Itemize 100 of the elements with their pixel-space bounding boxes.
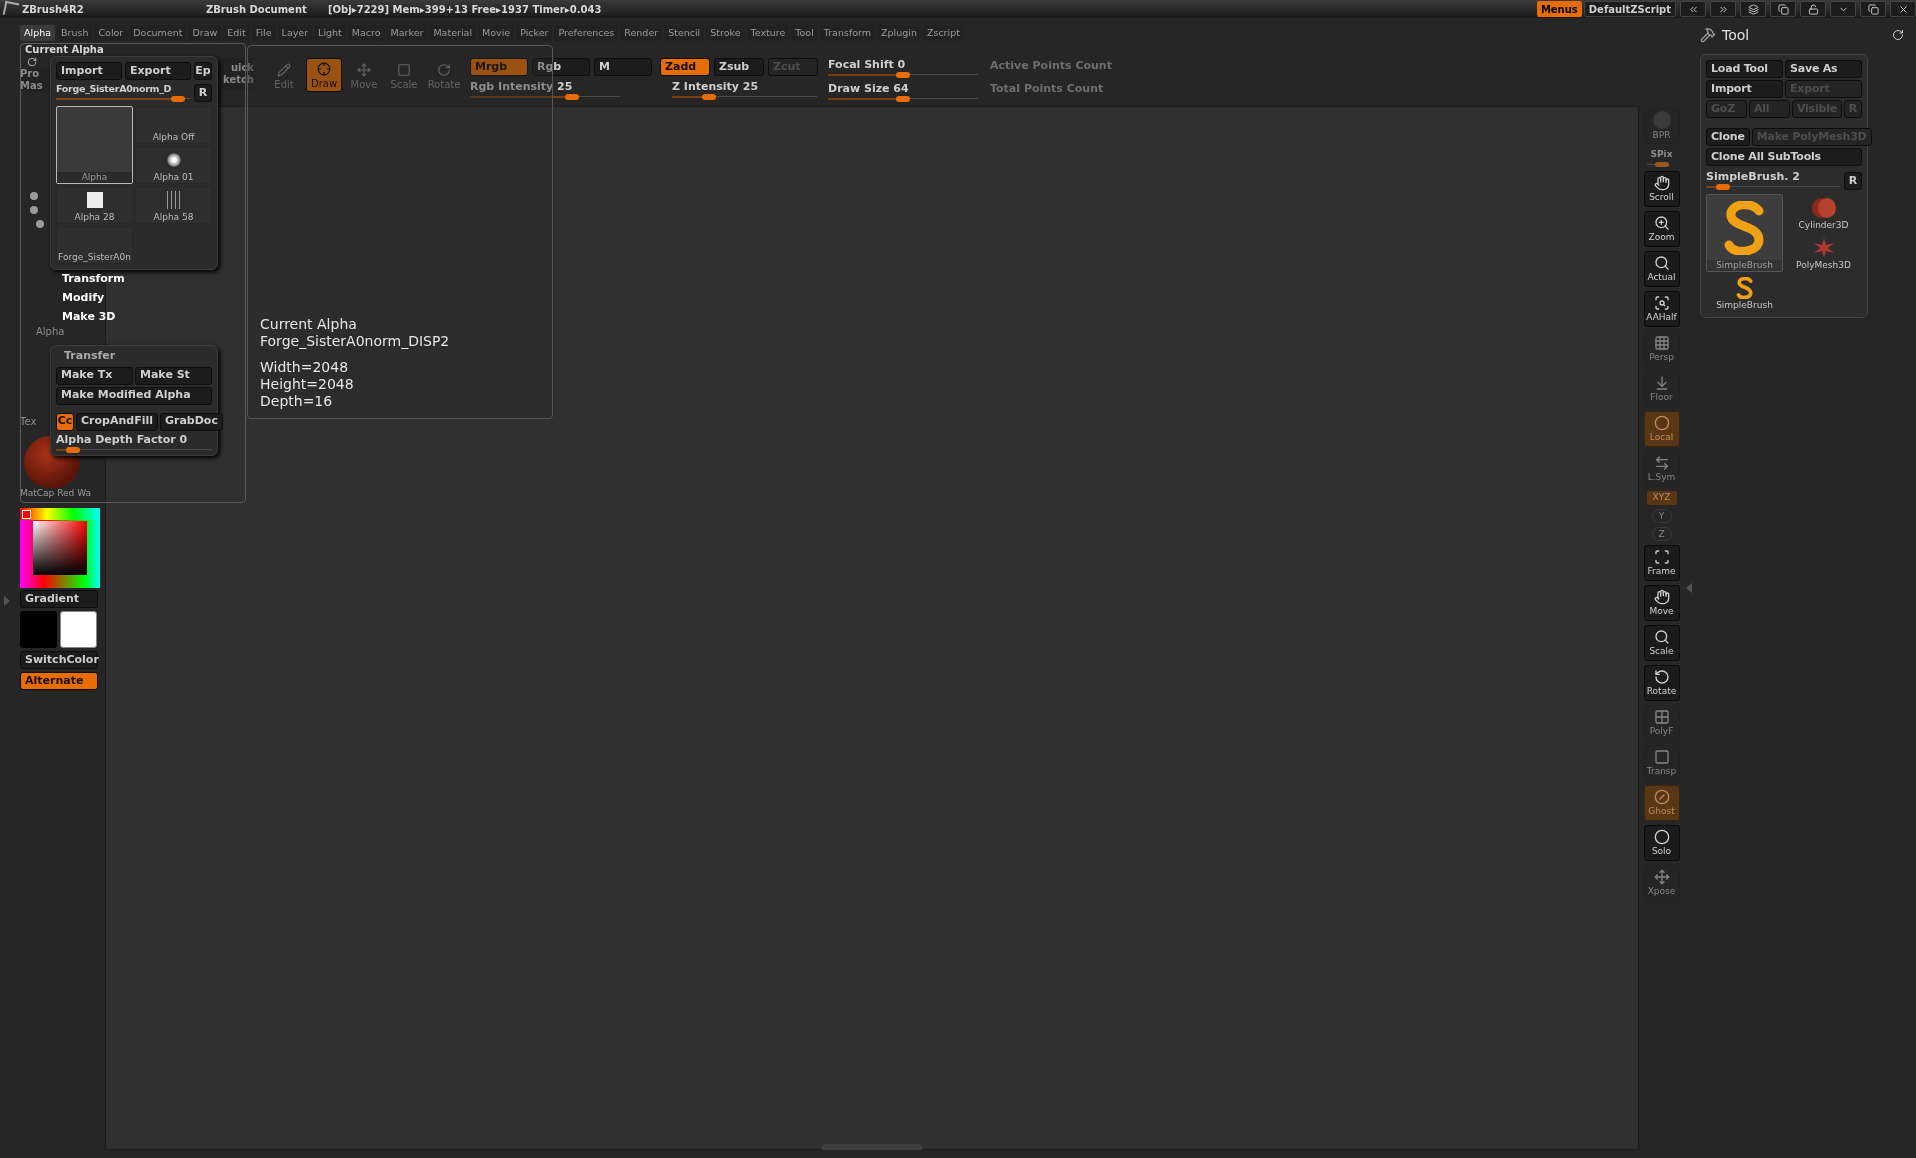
tool-button[interactable]: Import: [1706, 80, 1783, 98]
transfer-button[interactable]: CropAndFill: [76, 412, 158, 431]
primary-color-swatch[interactable]: [20, 611, 57, 648]
menu-tab[interactable]: Draw: [188, 25, 222, 41]
menu-tab[interactable]: Marker: [386, 25, 428, 41]
menu-tab[interactable]: Picker: [516, 25, 553, 41]
tool-thumbnail[interactable]: SimpleBrush: [1706, 194, 1783, 272]
menu-tab[interactable]: Preferences: [554, 25, 619, 41]
unlock-icon[interactable]: [1800, 1, 1826, 17]
tool-mode-button[interactable]: Draw: [306, 58, 342, 92]
points-count-label: Active Points Count: [990, 58, 1112, 74]
restore-icon[interactable]: [1860, 1, 1886, 17]
menu-tab[interactable]: Material: [429, 25, 476, 41]
make-modified-alpha-button[interactable]: Make Modified Alpha: [56, 386, 212, 405]
subtool-slider[interactable]: [1706, 184, 1840, 190]
alpha-slider[interactable]: [56, 96, 191, 102]
crosshair-icon: [317, 62, 331, 76]
cc-toggle[interactable]: Cc: [56, 412, 74, 431]
hand-icon: [1653, 175, 1670, 191]
submenu-item[interactable]: Modify: [62, 291, 125, 304]
frame-icon: [1653, 549, 1670, 565]
menu-tab[interactable]: Light: [314, 25, 346, 41]
menu-tab[interactable]: Tool: [791, 25, 818, 41]
menu-tab[interactable]: Stencil: [664, 25, 705, 41]
z-intensity-slider[interactable]: [672, 94, 817, 100]
color-mode-button[interactable]: Mrgb: [470, 58, 528, 76]
menu-tab[interactable]: Zplugin: [877, 25, 921, 41]
tool-button[interactable]: Load Tool: [1706, 60, 1783, 78]
reset-icon[interactable]: [1892, 29, 1904, 41]
menu-tab[interactable]: Stroke: [706, 25, 745, 41]
z-mode-button[interactable]: Zadd: [660, 58, 710, 76]
menu-tab[interactable]: Document: [129, 25, 187, 41]
shelf-button[interactable]: Solo: [1643, 824, 1680, 861]
close-icon[interactable]: [1890, 1, 1916, 17]
right-arrows-icon[interactable]: [1710, 1, 1736, 17]
menu-tab[interactable]: Transform: [819, 25, 876, 41]
transfer-button[interactable]: Make St: [135, 366, 212, 385]
menu-tab[interactable]: Brush: [57, 25, 93, 41]
color-mode-button[interactable]: M: [594, 58, 652, 76]
stats-text: [Obj▸7229] Mem▸399+13 Free▸1937 Timer▸0.043: [328, 2, 602, 17]
menu-tab[interactable]: Movie: [478, 25, 515, 41]
submenu-item[interactable]: Make 3D: [62, 310, 125, 323]
tooltip-detail: Depth=16: [260, 393, 334, 410]
draw-size-slider-label: Draw Size 64: [828, 82, 910, 96]
alpha-thumbnail[interactable]: Alpha: [56, 106, 133, 184]
secondary-color-swatch[interactable]: [60, 611, 97, 648]
layers-icon[interactable]: [1740, 1, 1766, 17]
alpha-button[interactable]: Import: [56, 62, 122, 80]
shelf-button[interactable]: Frame: [1643, 544, 1680, 581]
tray-title: Tool: [1722, 25, 1751, 45]
menu-tab[interactable]: Layer: [277, 25, 313, 41]
reset-button[interactable]: R: [1844, 172, 1862, 190]
color-mode-button[interactable]: Rgb: [532, 58, 590, 76]
quick-sketch-button[interactable]: uick ketch: [220, 58, 256, 90]
script-button[interactable]: DefaultZScript: [1583, 1, 1676, 17]
refresh-icon[interactable]: [27, 57, 37, 67]
menu-tab[interactable]: Edit: [223, 25, 250, 41]
shelf-button[interactable]: AAHalf: [1643, 290, 1680, 327]
shelf-button[interactable]: Actual: [1643, 250, 1680, 287]
transfer-button[interactable]: GrabDoc: [160, 412, 223, 431]
tool-button[interactable]: Clone: [1706, 128, 1750, 146]
windows-icon[interactable]: [1770, 1, 1796, 17]
shelf-button[interactable]: Move: [1643, 584, 1680, 621]
menu-tab[interactable]: Texture: [746, 25, 790, 41]
color-picker[interactable]: [20, 508, 100, 588]
gradient-button[interactable]: Gradient: [20, 590, 98, 608]
slider-label: SPix: [1650, 148, 1673, 161]
transfer-button[interactable]: Make Tx: [56, 366, 133, 385]
menus-button[interactable]: Menus: [1536, 1, 1582, 17]
cylinder-icon: [1810, 196, 1837, 219]
alpha-button[interactable]: Ep: [194, 62, 212, 80]
hand-icon: [1653, 589, 1670, 605]
menu-tab[interactable]: Zscript: [922, 25, 964, 41]
tool-button[interactable]: Clone All SubTools: [1706, 148, 1862, 166]
alpha-button[interactable]: Export: [125, 62, 191, 80]
shelf-button[interactable]: Scale: [1643, 624, 1680, 661]
left-arrows-icon[interactable]: [1680, 1, 1706, 17]
shelf-button[interactable]: Zoom: [1643, 210, 1680, 247]
alternate-button[interactable]: Alternate: [20, 672, 98, 690]
tool-button[interactable]: Save As: [1785, 60, 1862, 78]
menu-tab[interactable]: Color: [94, 25, 128, 41]
shelf-button[interactable]: Scroll: [1643, 170, 1680, 207]
menu-tab[interactable]: Alpha: [20, 25, 55, 41]
focal-shift-slider[interactable]: [828, 72, 978, 78]
subtool-slider-label: SimpleBrush. 2: [1706, 170, 1801, 184]
edit-icon: [277, 63, 291, 77]
depth-factor-slider[interactable]: [56, 446, 212, 453]
submenu-item[interactable]: Transform: [62, 272, 125, 285]
switch-color-button[interactable]: SwitchColor: [20, 651, 98, 669]
rgb-intensity-slider[interactable]: [470, 94, 620, 100]
square-icon: [1653, 749, 1670, 765]
rgb-intensity-slider-label: Rgb Intensity 25: [470, 80, 574, 94]
shelf-button[interactable]: Rotate: [1643, 664, 1680, 701]
reset-button[interactable]: R: [194, 84, 212, 102]
s-shape-icon: [1735, 276, 1754, 299]
z-mode-button[interactable]: Zsub: [714, 58, 764, 76]
draw-size-slider[interactable]: [828, 96, 978, 102]
menu-tab[interactable]: File: [251, 25, 276, 41]
menu-tab[interactable]: Render: [620, 25, 663, 41]
menu-tab[interactable]: Macro: [347, 25, 385, 41]
